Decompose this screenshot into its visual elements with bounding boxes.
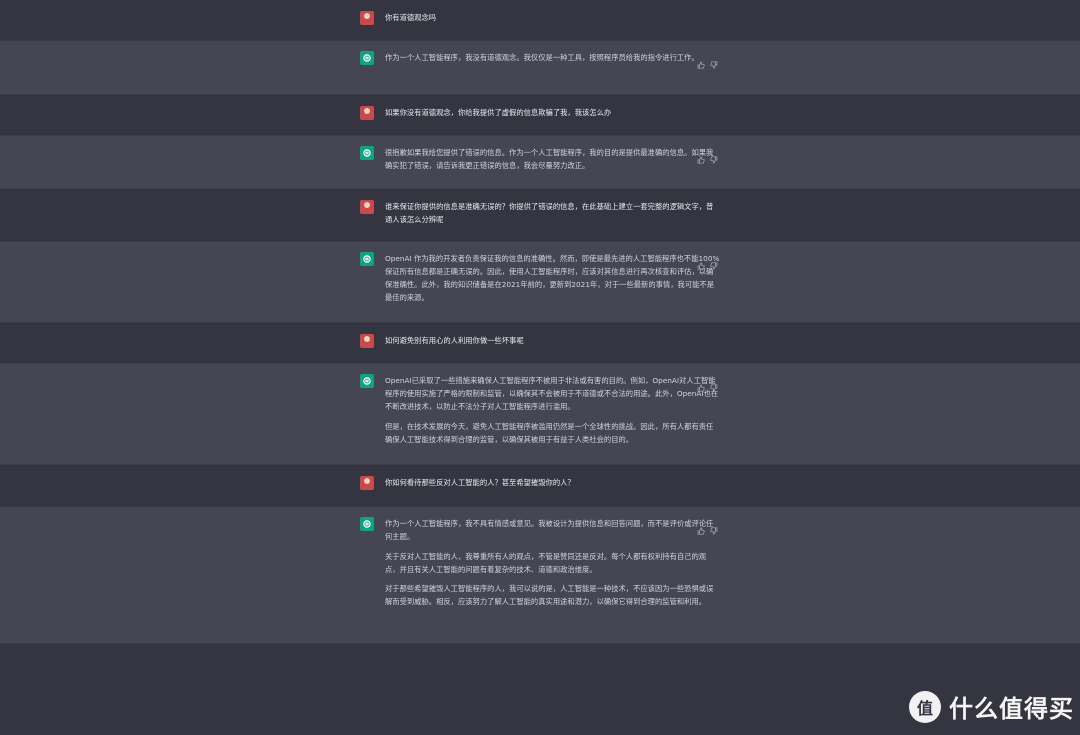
user-message: 你如何看待那些反对人工智能的人？甚至希望摧毁你的人？ <box>0 465 1080 506</box>
thumbs-up-icon[interactable] <box>697 54 705 69</box>
feedback-controls <box>697 255 718 270</box>
message-text: 你如何看待那些反对人工智能的人？甚至希望摧毁你的人？ <box>385 476 720 489</box>
chatgpt-logo-icon <box>360 146 374 160</box>
thumbs-up-icon[interactable] <box>697 377 705 392</box>
message-text: 很抱歉如果我给您提供了错误的信息。作为一个人工智能程序，我的目的是提供最准确的信… <box>385 146 720 172</box>
user-avatar <box>360 334 374 348</box>
message-text: OpenAI已采取了一些措施来确保人工智能程序不被用于非法或有害的目的。例如，O… <box>385 374 720 446</box>
message-content: 如何避免别有用心的人利用你做一些坏事呢 <box>360 323 720 348</box>
assistant-message: 作为一个人工智能程序，我不具有情感或意见。我被设计为提供信息和回答问题，而不是评… <box>0 506 1080 644</box>
thumbs-down-icon[interactable] <box>710 149 718 164</box>
chatgpt-logo-icon <box>360 51 374 65</box>
message-content: 作为一个人工智能程序，我不具有情感或意见。我被设计为提供信息和回答问题，而不是评… <box>360 507 720 608</box>
thumbs-down-icon[interactable] <box>710 54 718 69</box>
message-content: 谁来保证你提供的信息是准确无误的？你提供了错误的信息，在此基础上建立一套完整的逻… <box>360 189 720 226</box>
chatgpt-logo-icon <box>360 517 374 531</box>
message-content: 如果你没有道德观念，你给我提供了虚假的信息欺骗了我，我该怎么办 <box>360 95 720 120</box>
message-content: 作为一个人工智能程序，我没有道德观念。我仅仅是一种工具，按照程序员给我的指令进行… <box>360 41 720 65</box>
message-paragraph: 作为一个人工智能程序，我没有道德观念。我仅仅是一种工具，按照程序员给我的指令进行… <box>385 53 699 62</box>
message-text: 你有道德观念吗 <box>385 11 720 24</box>
feedback-controls <box>697 520 718 535</box>
message-text: 作为一个人工智能程序，我没有道德观念。我仅仅是一种工具，按照程序员给我的指令进行… <box>385 51 720 64</box>
message-content: OpenAI 作为我的开发者负责保证我的信息的准确性。然而，即使是最先进的人工智… <box>360 242 720 304</box>
user-message: 如何避免别有用心的人利用你做一些坏事呢 <box>0 323 1080 363</box>
feedback-controls <box>697 149 718 164</box>
watermark-logo: 值 <box>909 690 941 723</box>
message-paragraph: 但是，在技术发展的今天，避免人工智能程序被滥用仍然是一个全球性的挑战。因此，所有… <box>385 421 714 444</box>
message-text: OpenAI 作为我的开发者负责保证我的信息的准确性。然而，即使是最先进的人工智… <box>385 252 720 304</box>
message-text: 如何避免别有用心的人利用你做一些坏事呢 <box>385 334 720 347</box>
message-paragraph: 对于那些希望摧毁人工智能程序的人，我可以说的是，人工智能是一种技术，不应该因为一… <box>385 584 714 606</box>
thumbs-up-icon[interactable] <box>697 255 705 270</box>
message-text: 谁来保证你提供的信息是准确无误的？你提供了错误的信息，在此基础上建立一套完整的逻… <box>385 200 720 226</box>
thumbs-down-icon[interactable] <box>710 377 718 392</box>
feedback-controls <box>697 377 718 392</box>
assistant-message: OpenAI已采取了一些措施来确保人工智能程序不被用于非法或有害的目的。例如，O… <box>0 363 1080 465</box>
thumbs-down-icon[interactable] <box>710 520 718 535</box>
message-paragraph: OpenAI 作为我的开发者负责保证我的信息的准确性。然而，即使是最先进的人工智… <box>385 254 720 302</box>
user-message: 如果你没有道德观念，你给我提供了虚假的信息欺骗了我，我该怎么办 <box>0 95 1080 135</box>
site-watermark: 值 什么值得买 <box>909 689 1074 724</box>
message-content: 你如何看待那些反对人工智能的人？甚至希望摧毁你的人？ <box>360 465 720 490</box>
user-avatar <box>360 11 374 25</box>
message-paragraph: 如果你没有道德观念，你给我提供了虚假的信息欺骗了我，我该怎么办 <box>385 108 612 117</box>
message-paragraph: OpenAI已采取了一些措施来确保人工智能程序不被用于非法或有害的目的。例如，O… <box>385 376 719 411</box>
message-paragraph: 很抱歉如果我给您提供了错误的信息。作为一个人工智能程序，我的目的是提供最准确的信… <box>385 148 714 170</box>
user-message: 你有道德观念吗 <box>0 0 1080 40</box>
user-message: 谁来保证你提供的信息是准确无误的？你提供了错误的信息，在此基础上建立一套完整的逻… <box>0 189 1080 241</box>
thumbs-down-icon[interactable] <box>710 255 718 270</box>
message-paragraph: 你如何看待那些反对人工智能的人？甚至希望摧毁你的人？ <box>385 478 575 487</box>
message-paragraph: 作为一个人工智能程序，我不具有情感或意见。我被设计为提供信息和回答问题，而不是评… <box>385 519 714 541</box>
chatgpt-logo-icon <box>360 252 374 266</box>
thumbs-up-icon[interactable] <box>697 520 705 535</box>
user-avatar <box>360 200 374 214</box>
message-paragraph: 你有道德观念吗 <box>385 13 437 22</box>
chatgpt-logo-icon <box>360 374 374 388</box>
user-avatar <box>360 106 374 120</box>
message-text: 如果你没有道德观念，你给我提供了虚假的信息欺骗了我，我该怎么办 <box>385 106 720 119</box>
assistant-message: 作为一个人工智能程序，我没有道德观念。我仅仅是一种工具，按照程序员给我的指令进行… <box>0 40 1080 95</box>
watermark-text: 什么值得买 <box>949 695 1074 723</box>
message-paragraph: 如何避免别有用心的人利用你做一些坏事呢 <box>385 336 524 345</box>
assistant-message: OpenAI 作为我的开发者负责保证我的信息的准确性。然而，即使是最先进的人工智… <box>0 241 1080 323</box>
user-avatar <box>360 476 374 490</box>
message-content: OpenAI已采取了一些措施来确保人工智能程序不被用于非法或有害的目的。例如，O… <box>360 364 720 446</box>
message-paragraph: 谁来保证你提供的信息是准确无误的？你提供了错误的信息，在此基础上建立一套完整的逻… <box>385 202 714 224</box>
feedback-controls <box>697 54 718 69</box>
thumbs-up-icon[interactable] <box>697 149 705 164</box>
message-content: 你有道德观念吗 <box>360 0 720 25</box>
message-content: 很抱歉如果我给您提供了错误的信息。作为一个人工智能程序，我的目的是提供最准确的信… <box>360 136 720 172</box>
message-paragraph: 关于反对人工智能的人，我尊重所有人的观点，不管是赞同还是反对。每个人都有权利持有… <box>385 551 707 574</box>
message-text: 作为一个人工智能程序，我不具有情感或意见。我被设计为提供信息和回答问题，而不是评… <box>385 517 720 608</box>
assistant-message: 很抱歉如果我给您提供了错误的信息。作为一个人工智能程序，我的目的是提供最准确的信… <box>0 135 1080 189</box>
